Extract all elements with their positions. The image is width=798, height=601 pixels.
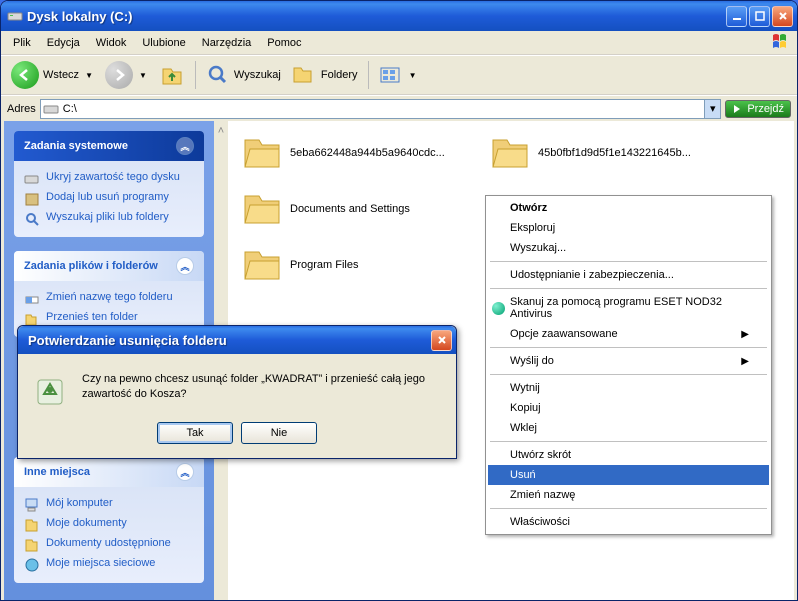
search-icon bbox=[206, 63, 230, 87]
other-places-header[interactable]: Inne miejsca︽ bbox=[14, 457, 204, 487]
network-icon bbox=[24, 557, 40, 573]
cm-search[interactable]: Wyszukaj... bbox=[488, 238, 769, 258]
cm-share[interactable]: Udostępnianie i zabezpieczenia... bbox=[488, 265, 769, 285]
file-tasks-header[interactable]: Zadania plików i folderów︽ bbox=[14, 251, 204, 281]
cm-paste[interactable]: Wklej bbox=[488, 418, 769, 438]
cm-shortcut[interactable]: Utwórz skrót bbox=[488, 445, 769, 465]
cm-rename[interactable]: Zmień nazwę bbox=[488, 485, 769, 505]
maximize-button[interactable] bbox=[749, 6, 770, 27]
windows-flag-icon bbox=[771, 33, 791, 51]
cm-explore[interactable]: Eksploruj bbox=[488, 218, 769, 238]
computer-icon bbox=[24, 497, 40, 513]
minimize-button[interactable] bbox=[726, 6, 747, 27]
folder-icon bbox=[490, 135, 530, 171]
search-button[interactable]: Wyszukaj bbox=[202, 61, 285, 89]
task-search[interactable]: Wyszukaj pliki lub foldery bbox=[24, 209, 194, 229]
menu-view[interactable]: Widok bbox=[88, 34, 135, 52]
cm-copy[interactable]: Kopiuj bbox=[488, 398, 769, 418]
place-network[interactable]: Moje miejsca sieciowe bbox=[24, 555, 194, 575]
dialog-title: Potwierdzanie usunięcia folderu bbox=[28, 333, 227, 348]
other-places-group: Inne miejsca︽ Mój komputer Moje dokument… bbox=[14, 457, 204, 583]
system-tasks-group: Zadania systemowe︽ Ukryj zawartość tego … bbox=[14, 131, 204, 237]
folder-icon bbox=[242, 191, 282, 227]
dialog-titlebar[interactable]: Potwierdzanie usunięcia folderu bbox=[18, 326, 456, 354]
place-my-documents[interactable]: Moje dokumenty bbox=[24, 515, 194, 535]
chevron-up-icon: ︽ bbox=[176, 463, 194, 481]
forward-button[interactable]: ▼ bbox=[101, 59, 153, 91]
eset-icon bbox=[492, 302, 505, 315]
shared-icon bbox=[24, 537, 40, 553]
views-icon bbox=[379, 65, 403, 85]
chevron-up-icon: ︽ bbox=[176, 257, 194, 275]
cm-cut[interactable]: Wytnij bbox=[488, 378, 769, 398]
titlebar[interactable]: Dysk lokalny (C:) bbox=[1, 1, 797, 31]
folder-icon bbox=[242, 135, 282, 171]
dialog-close-button[interactable] bbox=[431, 330, 452, 351]
task-rename[interactable]: Zmień nazwę tego folderu bbox=[24, 289, 194, 309]
task-add-remove[interactable]: Dodaj lub usuń programy bbox=[24, 189, 194, 209]
chevron-up-icon: ︽ bbox=[176, 137, 194, 155]
folder-up-icon bbox=[159, 62, 185, 88]
folders-icon bbox=[291, 63, 317, 87]
address-dropdown[interactable]: ▾ bbox=[704, 100, 720, 118]
address-input[interactable]: C:\ ▾ bbox=[40, 99, 722, 119]
close-button[interactable] bbox=[772, 6, 793, 27]
menu-file[interactable]: Plik bbox=[5, 34, 39, 52]
no-button[interactable]: Nie bbox=[241, 422, 317, 444]
up-button[interactable] bbox=[155, 60, 189, 90]
menu-favorites[interactable]: Ulubione bbox=[134, 34, 193, 52]
menu-tools[interactable]: Narzędzia bbox=[194, 34, 260, 52]
folder-item[interactable]: 5eba662448a944b5a9640cdc... bbox=[242, 135, 490, 171]
cm-eset[interactable]: Skanuj za pomocą programu ESET NOD32 Ant… bbox=[488, 292, 769, 324]
cm-sendto[interactable]: Wyślij do▶ bbox=[488, 351, 769, 371]
rename-icon bbox=[24, 291, 40, 307]
context-menu: Otwórz Eksploruj Wyszukaj... Udostępnian… bbox=[485, 195, 772, 535]
confirm-dialog: Potwierdzanie usunięcia folderu Czy na p… bbox=[17, 325, 457, 459]
cm-delete[interactable]: Usuń bbox=[488, 465, 769, 485]
address-label: Adres bbox=[7, 103, 36, 115]
chevron-down-icon[interactable]: ▼ bbox=[407, 71, 419, 80]
chevron-right-icon: ▶ bbox=[741, 356, 749, 367]
window-title: Dysk lokalny (C:) bbox=[27, 9, 132, 24]
recycle-bin-icon bbox=[32, 372, 68, 408]
menu-edit[interactable]: Edycja bbox=[39, 34, 88, 52]
chevron-down-icon[interactable]: ▼ bbox=[137, 71, 149, 80]
back-button[interactable]: Wstecz ▼ bbox=[7, 59, 99, 91]
folders-button[interactable]: Foldery bbox=[287, 61, 362, 89]
task-hide-contents[interactable]: Ukryj zawartość tego dysku bbox=[24, 169, 194, 189]
menu-help[interactable]: Pomoc bbox=[259, 34, 309, 52]
toolbar: Wstecz ▼ ▼ Wyszukaj Foldery ▼ bbox=[1, 55, 797, 95]
views-button[interactable]: ▼ bbox=[375, 63, 423, 87]
box-icon bbox=[24, 191, 40, 207]
chevron-up-icon: ˄ bbox=[218, 125, 224, 137]
go-button[interactable]: Przejdź bbox=[725, 100, 791, 118]
folder-icon bbox=[242, 247, 282, 283]
addressbar: Adres C:\ ▾ Przejdź bbox=[1, 95, 797, 121]
drive-icon bbox=[43, 101, 59, 117]
folder-item[interactable]: Program Files bbox=[242, 247, 490, 283]
place-my-computer[interactable]: Mój komputer bbox=[24, 495, 194, 515]
chevron-right-icon: ▶ bbox=[741, 329, 749, 340]
folder-item[interactable]: Documents and Settings bbox=[242, 191, 490, 227]
search-icon bbox=[24, 211, 40, 227]
system-tasks-header[interactable]: Zadania systemowe︽ bbox=[14, 131, 204, 161]
dialog-text: Czy na pewno chcesz usunąć folder „KWADR… bbox=[82, 372, 442, 408]
cm-properties[interactable]: Właściwości bbox=[488, 512, 769, 532]
cm-advanced[interactable]: Opcje zaawansowane▶ bbox=[488, 324, 769, 344]
chevron-down-icon[interactable]: ▼ bbox=[83, 71, 95, 80]
yes-button[interactable]: Tak bbox=[157, 422, 233, 444]
menubar: Plik Edycja Widok Ulubione Narzędzia Pom… bbox=[1, 31, 797, 55]
folder-item[interactable]: 45b0fbf1d9d5f1e143221645b... bbox=[490, 135, 738, 171]
cm-open[interactable]: Otwórz bbox=[488, 198, 769, 218]
place-shared-docs[interactable]: Dokumenty udostępnione bbox=[24, 535, 194, 555]
drive-icon bbox=[7, 8, 23, 24]
documents-icon bbox=[24, 517, 40, 533]
drive-icon bbox=[24, 171, 40, 187]
